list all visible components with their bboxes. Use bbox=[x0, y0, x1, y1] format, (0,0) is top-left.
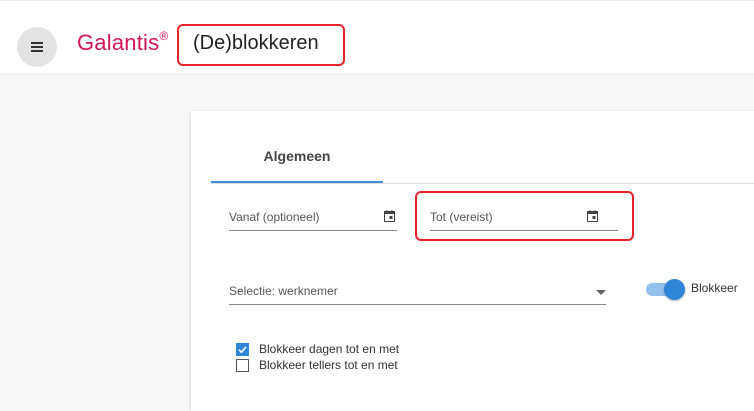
menu-icon bbox=[31, 42, 43, 52]
blokkeer-dagen-checkbox[interactable] bbox=[236, 343, 249, 356]
check-icon bbox=[238, 346, 247, 354]
brand-registered-mark: ® bbox=[159, 28, 169, 43]
tot-date-field[interactable]: Tot (vereist) bbox=[430, 207, 618, 231]
tabs-divider bbox=[211, 183, 754, 184]
vanaf-placeholder: Vanaf (optioneel) bbox=[229, 210, 320, 224]
blokkeer-tellers-label: Blokkeer tellers tot en met bbox=[259, 358, 398, 372]
blokkeer-dagen-label: Blokkeer dagen tot en met bbox=[259, 342, 400, 356]
vanaf-date-field[interactable]: Vanaf (optioneel) bbox=[229, 207, 397, 231]
chevron-down-icon bbox=[596, 290, 606, 295]
menu-button[interactable] bbox=[17, 27, 57, 67]
app-header: Galantis® (De)blokkeren bbox=[0, 0, 754, 75]
toggle-thumb bbox=[664, 279, 685, 300]
page-title: (De)blokkeren bbox=[193, 32, 319, 54]
calendar-icon[interactable] bbox=[587, 210, 598, 222]
blokkeer-toggle-label: Blokkeer bbox=[691, 281, 738, 295]
tot-placeholder: Tot (vereist) bbox=[430, 210, 493, 224]
selectie-dropdown[interactable]: Selectie: werknemer bbox=[229, 281, 606, 305]
brand-name: Galantis bbox=[77, 30, 160, 55]
blokkeer-toggle[interactable] bbox=[644, 277, 688, 301]
calendar-icon[interactable] bbox=[384, 210, 395, 222]
tab-algemeen[interactable]: Algemeen bbox=[211, 148, 383, 184]
blokkeer-tellers-checkbox[interactable] bbox=[236, 359, 249, 372]
brand-logo[interactable]: Galantis® bbox=[77, 28, 169, 56]
selectie-placeholder: Selectie: werknemer bbox=[229, 284, 338, 298]
tab-label: Algemeen bbox=[263, 148, 331, 164]
